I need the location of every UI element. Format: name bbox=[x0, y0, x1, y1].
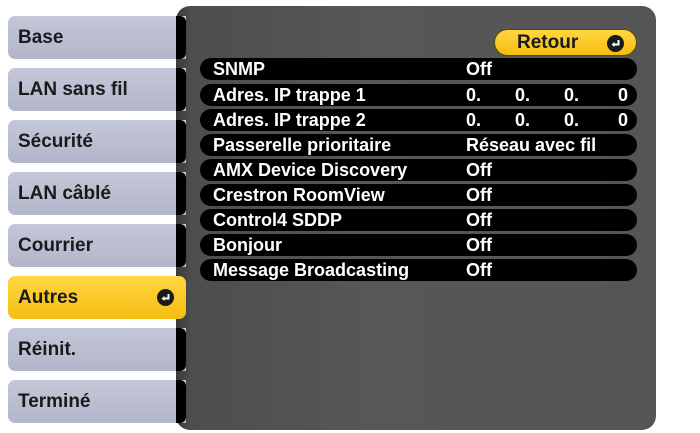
setting-row-bonjour[interactable]: Bonjour Off bbox=[200, 234, 637, 256]
ip-octet: 0. bbox=[564, 85, 580, 105]
setting-value: Off bbox=[466, 59, 492, 79]
tab-divider bbox=[176, 328, 186, 371]
tab-autres[interactable]: Autres bbox=[8, 276, 186, 319]
tab-label: LAN câblé bbox=[18, 183, 111, 204]
setting-label: SNMP bbox=[213, 59, 266, 79]
ip-octet: 0. bbox=[466, 110, 482, 130]
setting-row-control4[interactable]: Control4 SDDP Off bbox=[200, 209, 637, 231]
setting-row-snmp[interactable]: SNMP Off bbox=[200, 58, 637, 80]
tab-lan-cable[interactable]: LAN câblé bbox=[8, 172, 186, 215]
setting-row-ip-trap-1[interactable]: Adres. IP trappe 1 0. 0. 0. 0 bbox=[200, 84, 637, 106]
setting-label: Control4 SDDP bbox=[213, 210, 343, 230]
ip-octet: 0 bbox=[618, 85, 629, 105]
setting-label: AMX Device Discovery bbox=[213, 160, 408, 180]
tab-label: Courrier bbox=[18, 235, 93, 256]
ip-octet: 0. bbox=[515, 85, 531, 105]
enter-icon bbox=[607, 35, 624, 52]
ip-octet: 0 bbox=[618, 110, 629, 130]
tab-divider bbox=[176, 68, 186, 111]
setting-row-amx[interactable]: AMX Device Discovery Off bbox=[200, 159, 637, 181]
tab-securite[interactable]: Sécurité bbox=[8, 120, 186, 163]
enter-icon bbox=[157, 289, 174, 306]
tab-label: Autres bbox=[18, 287, 79, 308]
setting-label: Message Broadcasting bbox=[213, 260, 410, 280]
tab-label: Réinit. bbox=[18, 339, 77, 360]
setting-value: Off bbox=[466, 235, 492, 255]
setting-row-message-broadcasting[interactable]: Message Broadcasting Off bbox=[200, 259, 637, 281]
tab-divider bbox=[176, 120, 186, 163]
setting-value: Off bbox=[466, 185, 492, 205]
setting-row-ip-trap-2[interactable]: Adres. IP trappe 2 0. 0. 0. 0 bbox=[200, 109, 637, 131]
setting-label: Adres. IP trappe 1 bbox=[213, 85, 366, 105]
tab-label: Base bbox=[18, 27, 64, 48]
tab-base[interactable]: Base bbox=[8, 16, 186, 59]
tab-termine[interactable]: Terminé bbox=[8, 380, 186, 423]
setting-value: Off bbox=[466, 160, 492, 180]
tab-divider bbox=[176, 172, 186, 215]
setting-label: Crestron RoomView bbox=[213, 185, 385, 205]
setting-label: Passerelle prioritaire bbox=[213, 135, 392, 155]
tab-divider bbox=[176, 224, 186, 267]
tab-label: Terminé bbox=[18, 391, 91, 412]
tab-lan-sans-fil[interactable]: LAN sans fil bbox=[8, 68, 186, 111]
tab-courrier[interactable]: Courrier bbox=[8, 224, 186, 267]
setting-label: Adres. IP trappe 2 bbox=[213, 110, 366, 130]
setting-value: Off bbox=[466, 210, 492, 230]
setting-value: Off bbox=[466, 260, 492, 280]
tab-divider bbox=[176, 380, 186, 423]
setting-row-crestron[interactable]: Crestron RoomView Off bbox=[200, 184, 637, 206]
ip-octet: 0. bbox=[515, 110, 531, 130]
tab-divider bbox=[176, 16, 186, 59]
return-label: Retour bbox=[517, 32, 579, 53]
setting-value: Réseau avec fil bbox=[466, 135, 597, 155]
tab-label: LAN sans fil bbox=[18, 79, 128, 100]
ip-octet: 0. bbox=[466, 85, 482, 105]
tab-reinit[interactable]: Réinit. bbox=[8, 328, 186, 371]
ip-octet: 0. bbox=[564, 110, 580, 130]
setting-row-gateway[interactable]: Passerelle prioritaire Réseau avec fil bbox=[200, 134, 637, 156]
tab-label: Sécurité bbox=[18, 131, 93, 152]
return-button[interactable]: Retour bbox=[494, 29, 637, 56]
setting-label: Bonjour bbox=[213, 235, 282, 255]
